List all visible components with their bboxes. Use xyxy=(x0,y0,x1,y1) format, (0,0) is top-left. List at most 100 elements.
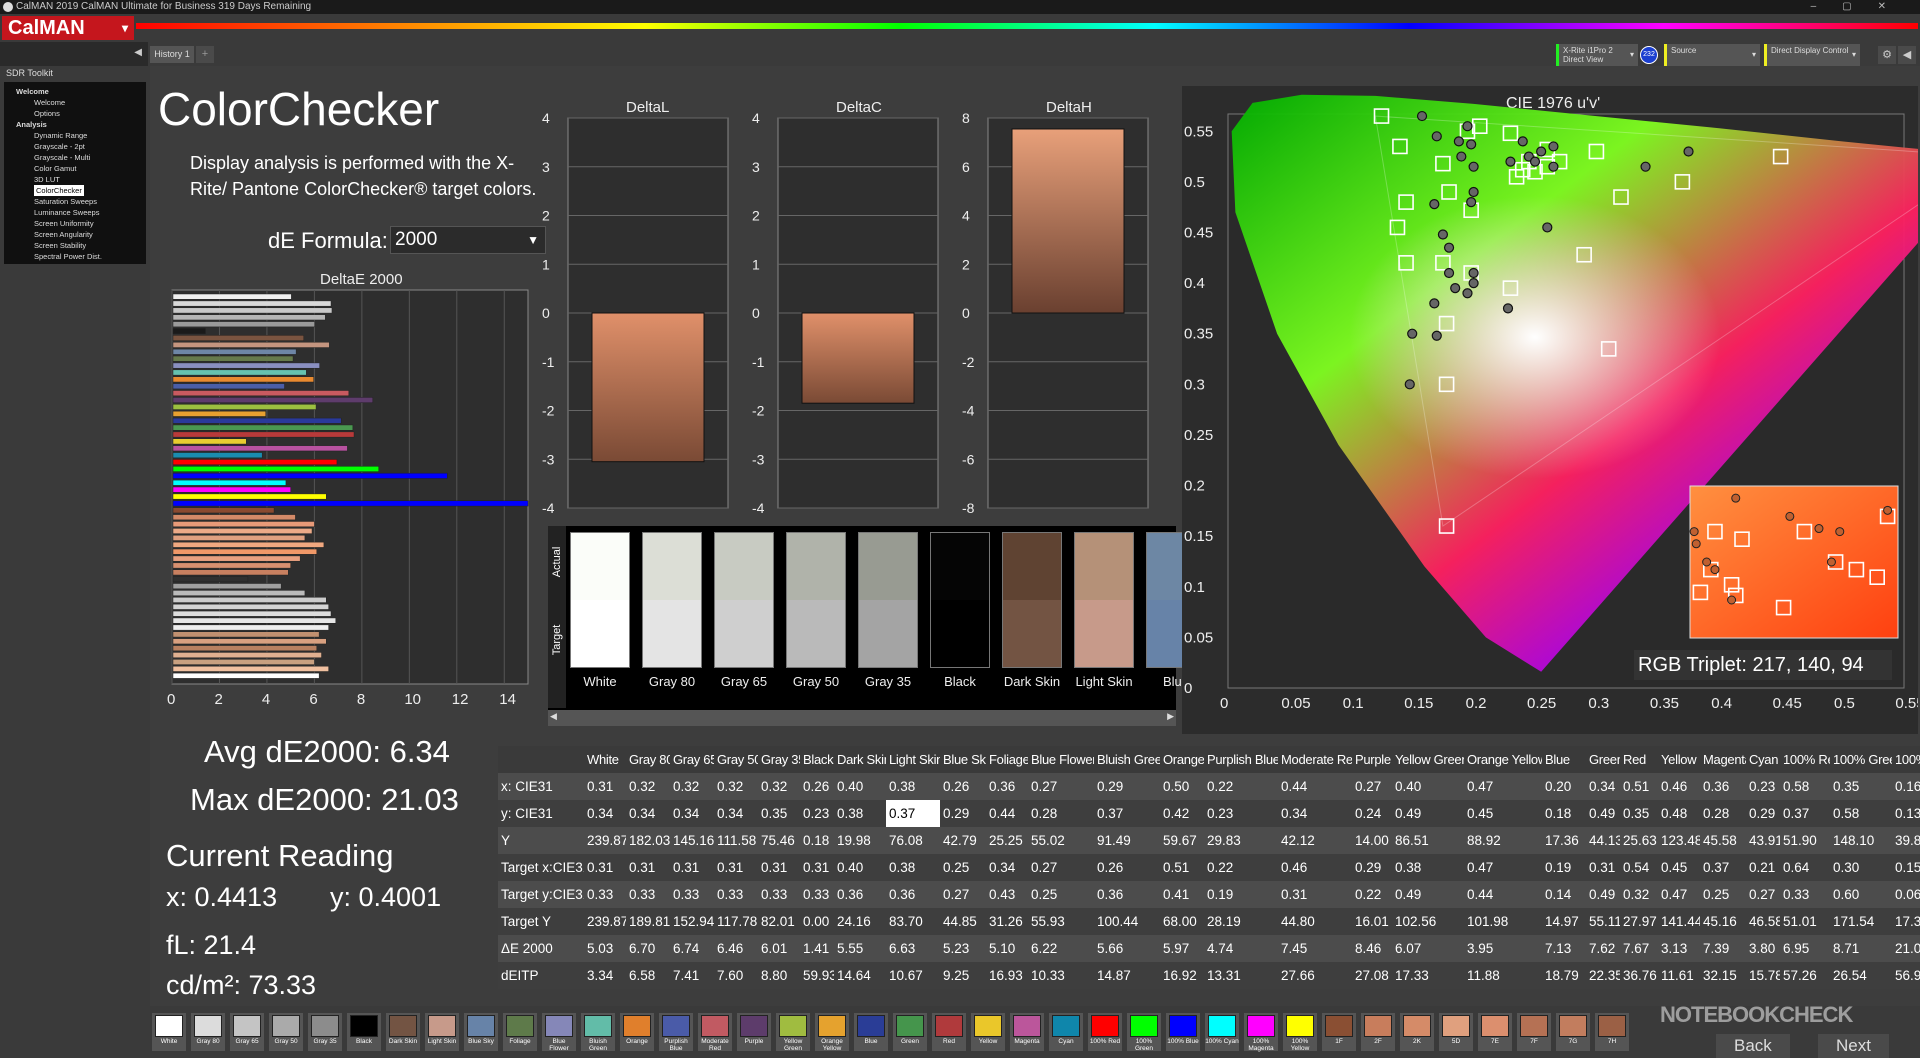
patch-button[interactable]: 100% Cyan xyxy=(1205,1013,1239,1051)
patch-button[interactable]: 7G xyxy=(1556,1013,1590,1051)
settings-gear-icon[interactable]: ⚙ xyxy=(1878,46,1896,64)
de-bar xyxy=(172,528,313,534)
patch-button[interactable]: Blue xyxy=(854,1013,888,1051)
table-row: y: CIE31 0.34 0.34 0.34 0.34 0.35 0.23 0.38 0.37… xyxy=(498,800,1920,827)
y-tick-label: -3 xyxy=(542,451,555,467)
patch-button[interactable]: 2K xyxy=(1400,1013,1434,1051)
patch-button[interactable]: Magenta xyxy=(1010,1013,1044,1051)
patch-button[interactable]: 1F xyxy=(1322,1013,1356,1051)
formula-select[interactable]: 2000 ▼ xyxy=(390,226,546,254)
patch-button[interactable]: Gray 65 xyxy=(230,1013,264,1051)
tab-history-1[interactable]: History 1 xyxy=(150,46,194,63)
table-cell: 0.33 xyxy=(1783,887,1810,902)
patch-button[interactable]: Purplish Blue xyxy=(659,1013,693,1052)
deltal-chart: DeltaL 4 3 2 1 0 -1 -2 -3 -4 xyxy=(542,99,729,516)
sidebar-item-spectral-power[interactable]: Spectral Power Dist. xyxy=(8,251,142,262)
patch-button[interactable]: Yellow xyxy=(971,1013,1005,1051)
sidebar-item-grayscale-multi[interactable]: Grayscale - Multi xyxy=(8,152,142,163)
collapse-arrow-icon[interactable]: ◀ xyxy=(134,47,142,58)
patch-button[interactable]: Bluish Green xyxy=(581,1013,615,1052)
calman-logo-menu[interactable]: CalMAN ▾ xyxy=(2,16,134,40)
swatch-label: Black xyxy=(944,674,976,689)
patch-button[interactable]: 5D xyxy=(1439,1013,1473,1051)
window-controls[interactable]: –▢✕ xyxy=(1811,0,1912,14)
source-selector[interactable]: Source ▾ xyxy=(1664,44,1760,66)
patch-button[interactable]: Green xyxy=(893,1013,927,1051)
patch-button[interactable]: 100% Red xyxy=(1088,1013,1122,1051)
sidebar-item-welcome-group[interactable]: Welcome xyxy=(8,86,142,97)
patch-button[interactable]: 7F xyxy=(1517,1013,1551,1051)
de-bar xyxy=(172,417,342,424)
patch-label: Orange xyxy=(626,1038,648,1045)
de-bar xyxy=(172,293,292,300)
patch-button[interactable]: Red xyxy=(932,1013,966,1051)
patch-button[interactable]: Light Skin xyxy=(425,1013,459,1051)
scroll-left-icon[interactable]: ◀ xyxy=(550,711,557,722)
next-button[interactable]: Next xyxy=(1818,1034,1889,1058)
sidebar-item-screen-angularity[interactable]: Screen Angularity xyxy=(8,229,142,240)
patch-button[interactable]: Orange Yellow xyxy=(815,1013,849,1052)
patch-button[interactable]: 100% Yellow xyxy=(1283,1013,1317,1052)
table-cell: 7.60 xyxy=(717,968,744,983)
sidebar-item-options[interactable]: Options xyxy=(8,108,142,119)
patch-button[interactable]: Blue Flower xyxy=(542,1013,576,1052)
patch-button[interactable]: 100% Magenta xyxy=(1244,1013,1278,1052)
patch-label: 100% Blue xyxy=(1167,1038,1199,1045)
sidebar-item-analysis-group[interactable]: Analysis xyxy=(8,119,142,130)
patch-button[interactable]: Purple xyxy=(737,1013,771,1051)
table-cell: 36.76 xyxy=(1623,968,1657,983)
sidebar-item-welcome[interactable]: Welcome xyxy=(8,97,142,108)
patch-button[interactable]: Foliage xyxy=(503,1013,537,1051)
patch-button[interactable]: Orange xyxy=(620,1013,654,1051)
workflow-tree: Welcome Welcome Options Analysis Dynamic… xyxy=(4,82,146,264)
patch-button[interactable]: 2F xyxy=(1361,1013,1395,1051)
patch-button[interactable]: Gray 35 xyxy=(308,1013,342,1051)
swatch-scrollbar[interactable]: ◀ ▶ xyxy=(548,710,1176,726)
patch-button[interactable]: 7E xyxy=(1478,1013,1512,1051)
rgb-triplet: RGB Triplet: 217, 140, 94 xyxy=(1634,650,1892,680)
meter-selector[interactable]: X-Rite i1Pro 2 Direct View ▾ xyxy=(1556,44,1638,66)
add-tab-button[interactable]: + xyxy=(196,46,214,63)
table-cell: 0.25 xyxy=(943,860,970,875)
table-cell: 0.33 xyxy=(803,887,830,902)
display-control-selector[interactable]: Direct Display Control ▾ xyxy=(1764,44,1860,66)
patch-button[interactable]: Gray 80 xyxy=(191,1013,225,1051)
sidebar-item-color-gamut[interactable]: Color Gamut xyxy=(8,163,142,174)
x-tick-label: 0.05 xyxy=(1281,695,1310,712)
sidebar-item-saturation-sweeps[interactable]: Saturation Sweeps xyxy=(8,196,142,207)
patch-button[interactable]: Gray 50 xyxy=(269,1013,303,1051)
patch-color xyxy=(1442,1015,1470,1037)
collapse-right-icon[interactable]: ◀ xyxy=(1898,46,1916,64)
table-cell: 16.92 xyxy=(1163,968,1197,983)
patch-color xyxy=(1364,1015,1392,1037)
notebookcheck-watermark: NOTEBOOKCHECK xyxy=(1660,1002,1853,1027)
table-cell: 8.71 xyxy=(1833,941,1860,956)
sidebar-item-grayscale-2pt[interactable]: Grayscale - 2pt xyxy=(8,141,142,152)
patch-button[interactable]: Black xyxy=(347,1013,381,1051)
patch-button[interactable]: 7H xyxy=(1595,1013,1629,1051)
patch-button[interactable]: Blue Sky xyxy=(464,1013,498,1051)
measured-point xyxy=(1640,161,1651,172)
table-cell: 0.29 xyxy=(943,806,970,821)
patch-button[interactable]: 100% Green xyxy=(1127,1013,1161,1052)
patch-button[interactable]: Cyan xyxy=(1049,1013,1083,1051)
scroll-right-icon[interactable]: ▶ xyxy=(1167,711,1174,722)
table-cell: 44.85 xyxy=(943,914,977,929)
sidebar-item-3d-lut[interactable]: 3D LUT xyxy=(8,174,142,185)
back-button[interactable]: Back xyxy=(1716,1034,1790,1058)
y-tick-label: 2 xyxy=(752,208,760,224)
sidebar-item-dynamic-range[interactable]: Dynamic Range xyxy=(8,130,142,141)
x-tick-label: 0.2 xyxy=(1466,695,1487,712)
patch-button[interactable]: Yellow Green xyxy=(776,1013,810,1052)
patch-label: Dark Skin xyxy=(388,1038,418,1045)
sidebar-item-screen-uniformity[interactable]: Screen Uniformity xyxy=(8,218,142,229)
patch-button[interactable]: White xyxy=(152,1013,186,1051)
patch-button[interactable]: Moderate Red xyxy=(698,1013,732,1052)
table-cell: 0.23 xyxy=(1207,806,1234,821)
sidebar-item-colorchecker[interactable]: ColorChecker xyxy=(34,185,84,196)
patch-button[interactable]: Dark Skin xyxy=(386,1013,420,1051)
sidebar-item-luminance-sweeps[interactable]: Luminance Sweeps xyxy=(8,207,142,218)
de-bar xyxy=(172,438,247,445)
sidebar-item-screen-stability[interactable]: Screen Stability xyxy=(8,240,142,251)
patch-button[interactable]: 100% Blue xyxy=(1166,1013,1200,1051)
